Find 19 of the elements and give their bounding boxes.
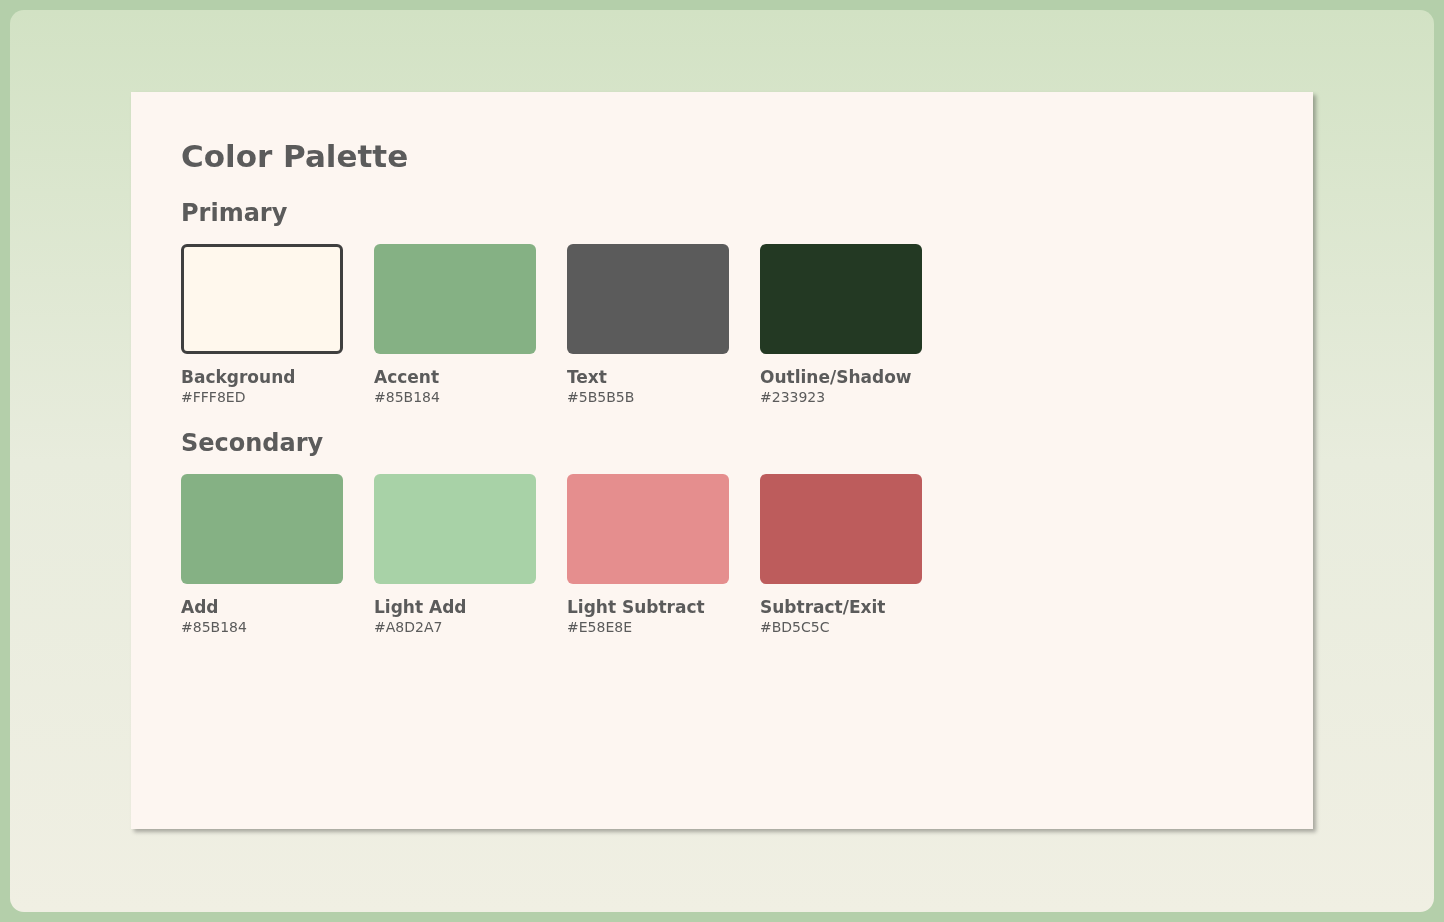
color-name: Light Add (374, 596, 468, 618)
hex-code: #233923 (760, 388, 827, 406)
hex-code: #BD5C5C (760, 618, 831, 636)
color-name: Accent (374, 366, 441, 388)
color-name: Text (567, 366, 608, 388)
hex-code: #E58E8E (567, 618, 633, 636)
color-name: Background (181, 366, 297, 388)
color-name: Add (181, 596, 220, 618)
hex-code: #FFF8ED (181, 388, 247, 406)
hex-code: #85B184 (374, 388, 441, 406)
page-title: Color Palette (181, 137, 410, 176)
color-name: Outline/Shadow (760, 366, 913, 388)
hex-code: #A8D2A7 (374, 618, 444, 636)
section-heading: Secondary (181, 428, 325, 458)
section-heading: Primary (181, 198, 289, 228)
color-name: Subtract/Exit (760, 596, 887, 618)
hex-code: #85B184 (181, 618, 248, 636)
color-name: Light Subtract (567, 596, 706, 618)
hex-code: #5B5B5B (567, 388, 636, 406)
